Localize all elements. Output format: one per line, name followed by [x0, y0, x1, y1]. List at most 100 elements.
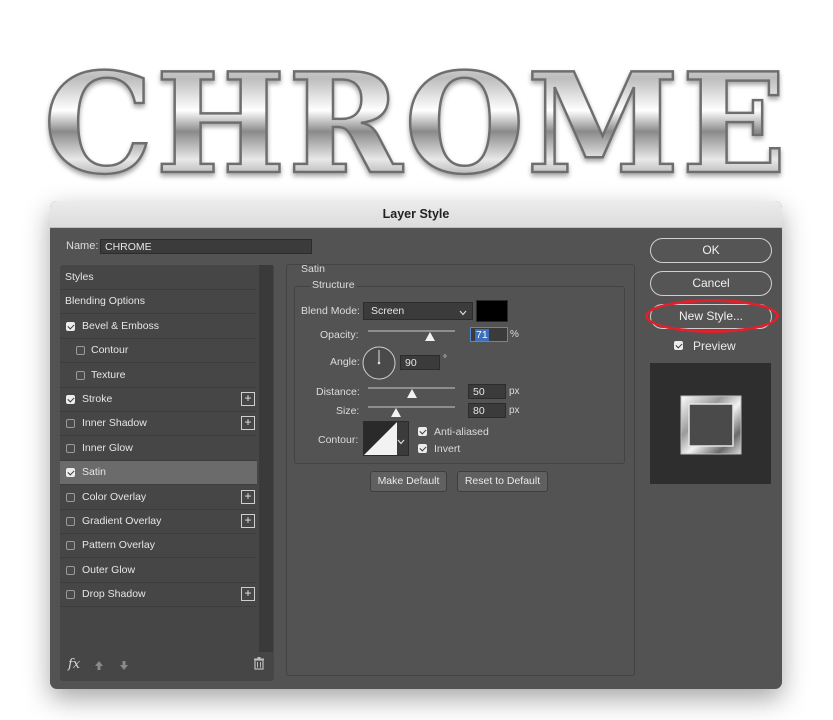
chrome-banner: CHROME	[0, 40, 833, 200]
angle-field[interactable]: 90	[400, 355, 440, 370]
style-item-drop-shadow[interactable]: Drop Shadow +	[60, 583, 257, 608]
size-slider-track[interactable]	[368, 406, 455, 408]
chrome-banner-text: CHROME	[44, 42, 789, 200]
make-default-button[interactable]: Make Default	[370, 471, 447, 492]
structure-title: Structure	[310, 279, 357, 291]
style-item-contour[interactable]: Contour	[60, 339, 257, 364]
size-unit: px	[509, 405, 520, 416]
style-item-checkbox[interactable]	[66, 443, 75, 453]
add-style-plus-icon[interactable]: +	[241, 587, 255, 602]
opacity-field[interactable]: 71	[470, 327, 508, 342]
blend-mode-value: Screen	[371, 305, 405, 317]
ok-button[interactable]: OK	[650, 238, 772, 263]
highlight-ring	[645, 299, 779, 333]
style-item-checkbox[interactable]	[66, 492, 75, 502]
style-item-checkbox[interactable]	[66, 468, 75, 478]
contour-curve-icon	[364, 422, 397, 455]
style-item-label: Color Overlay	[82, 490, 147, 503]
style-item-label: Bevel & Emboss	[82, 319, 160, 332]
chrome-banner-graphic: CHROME	[42, 41, 789, 200]
add-style-plus-icon[interactable]: +	[241, 489, 255, 504]
trash-icon[interactable]	[253, 657, 265, 675]
size-field[interactable]: 80	[468, 403, 506, 418]
opacity-value: 71	[475, 329, 489, 341]
layer-style-dialog: Layer Style Name: CHROME Styles Blending …	[50, 201, 782, 689]
contour-label: Contour:	[318, 434, 359, 446]
contour-picker[interactable]	[363, 421, 409, 456]
reset-to-default-button[interactable]: Reset to Default	[457, 471, 548, 492]
style-item-texture[interactable]: Texture	[60, 364, 257, 388]
style-item-checkbox[interactable]	[66, 395, 75, 404]
invert-checkbox[interactable]	[418, 444, 427, 453]
style-item-label: Inner Shadow	[82, 417, 147, 430]
name-label: Name:	[66, 240, 99, 252]
distance-unit: px	[509, 386, 520, 397]
style-item-checkbox[interactable]	[66, 565, 75, 575]
style-item-label: Stroke	[82, 393, 113, 405]
style-item-checkbox[interactable]	[76, 346, 85, 356]
name-field[interactable]: CHROME	[100, 239, 312, 254]
style-item-stroke[interactable]: Stroke +	[60, 388, 257, 412]
preview-label: Preview	[693, 339, 736, 353]
add-style-plus-icon[interactable]: +	[241, 392, 255, 406]
add-style-plus-icon[interactable]: +	[241, 514, 255, 528]
add-style-plus-icon[interactable]: +	[241, 416, 255, 431]
style-item-inner-shadow[interactable]: Inner Shadow +	[60, 412, 257, 437]
style-item-blending-options[interactable]: Blending Options	[60, 290, 257, 315]
opacity-unit: %	[510, 329, 519, 340]
style-item-checkbox[interactable]	[66, 321, 75, 331]
style-item-label: Inner Glow	[82, 441, 133, 454]
style-item-satin[interactable]: Satin	[60, 461, 257, 486]
style-item-label: Contour	[91, 344, 129, 357]
style-item-label: Drop Shadow	[82, 588, 146, 601]
style-item-inner-glow[interactable]: Inner Glow	[60, 437, 257, 461]
distance-field[interactable]: 50	[468, 384, 506, 399]
anti-aliased-checkbox[interactable]	[418, 427, 427, 436]
dialog-title: Layer Style	[50, 201, 782, 228]
style-item-label: Texture	[91, 368, 126, 381]
distance-slider-thumb[interactable]	[406, 389, 417, 398]
style-item-bevel-emboss[interactable]: Bevel & Emboss	[60, 315, 257, 339]
angle-unit: °	[443, 354, 447, 365]
style-item-label: Gradient Overlay	[82, 515, 162, 527]
size-label: Size:	[336, 405, 360, 417]
satin-color-swatch[interactable]	[476, 300, 508, 322]
preview-chrome-square-icon	[680, 395, 742, 455]
style-item-checkbox[interactable]	[66, 541, 75, 551]
style-item-pattern-overlay[interactable]: Pattern Overlay	[60, 534, 257, 559]
fx-icon[interactable]: fx	[68, 657, 80, 672]
angle-label: Angle:	[330, 356, 360, 368]
style-item-styles[interactable]: Styles	[60, 266, 257, 290]
blend-mode-select[interactable]: Screen	[363, 302, 473, 320]
styles-list: Styles Blending Options Bevel & Emboss Cont…	[60, 265, 274, 681]
style-item-checkbox[interactable]	[66, 590, 75, 600]
style-item-outer-glow[interactable]: Outer Glow	[60, 559, 257, 583]
style-item-checkbox[interactable]	[66, 419, 75, 429]
blend-mode-label: Blend Mode:	[301, 305, 360, 317]
opacity-label: Opacity:	[320, 329, 359, 341]
angle-dial[interactable]	[362, 346, 396, 385]
style-item-label: Pattern Overlay	[82, 539, 155, 552]
preview-check-icon	[674, 341, 683, 350]
cancel-button[interactable]: Cancel	[650, 271, 772, 296]
anti-aliased-check-icon	[418, 427, 427, 436]
chevron-down-icon	[459, 305, 467, 323]
style-item-label: Satin	[82, 466, 106, 479]
preview-thumbnail	[650, 363, 771, 484]
style-item-color-overlay[interactable]: Color Overlay +	[60, 486, 257, 510]
opacity-slider-track[interactable]	[368, 330, 455, 332]
style-item-label: Outer Glow	[82, 563, 136, 576]
move-up-icon[interactable]	[93, 658, 105, 676]
satin-section-title: Satin	[301, 263, 325, 275]
invert-check-icon	[418, 444, 427, 453]
styles-scrollbar[interactable]	[259, 265, 273, 652]
chevron-down-icon	[397, 434, 405, 452]
opacity-slider-thumb[interactable]	[424, 332, 435, 341]
size-slider-thumb[interactable]	[390, 408, 401, 417]
style-item-checkbox[interactable]	[66, 517, 75, 526]
preview-checkbox[interactable]	[674, 341, 683, 350]
style-item-checkbox[interactable]	[76, 370, 85, 380]
style-item-gradient-overlay[interactable]: Gradient Overlay +	[60, 510, 257, 534]
anti-aliased-label: Anti-aliased	[434, 426, 489, 438]
move-down-icon[interactable]	[118, 658, 130, 676]
